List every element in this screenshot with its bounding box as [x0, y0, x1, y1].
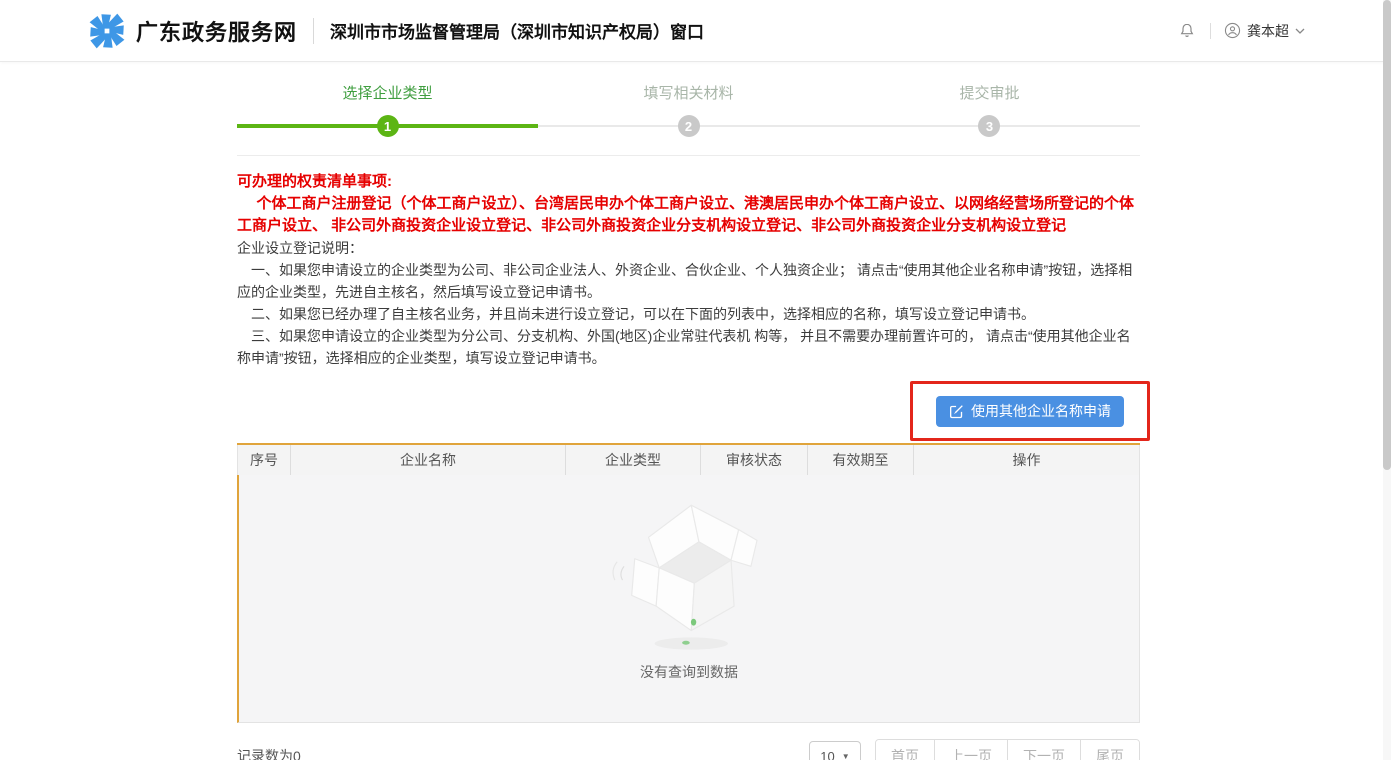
- chevron-down-icon: [1295, 28, 1305, 34]
- column-header-company-type: 企业类型: [566, 445, 701, 475]
- notice-section: 可办理的权责清单事项: 个体工商户注册登记（个体工商户设立）、台湾居民申办个体工…: [237, 171, 1140, 369]
- instruction-item-3: 三、如果您申请设立的企业类型为分公司、分支机构、外国(地区)企业常驻代表机 构等…: [237, 325, 1140, 369]
- action-row: 使用其他企业名称申请: [237, 379, 1140, 443]
- steps-divider: [237, 155, 1140, 156]
- table-footer: 记录数为0 10 ▼ 首页 上一页 下一页 尾页: [237, 739, 1140, 760]
- first-page-button[interactable]: 首页: [876, 740, 935, 760]
- column-header-index: 序号: [238, 445, 291, 475]
- page-size-select[interactable]: 10 ▼: [809, 741, 861, 760]
- step-dot-3: 3: [978, 115, 1000, 137]
- window-title: 深圳市市场监督管理局（深圳市知识产权局）窗口: [330, 18, 704, 43]
- use-other-name-button[interactable]: 使用其他企业名称申请: [936, 396, 1124, 427]
- select-caret-icon: ▼: [842, 752, 850, 760]
- rights-list-body: 个体工商户注册登记（个体工商户设立）、台湾居民申办个体工商户设立、港澳居民申办个…: [237, 193, 1140, 237]
- results-table: 序号 企业名称 企业类型 审核状态 有效期至 操作: [237, 443, 1140, 723]
- site-logo-icon: [88, 13, 126, 49]
- instruction-item-2: 二、如果您已经办理了自主核名业务，并且尚未进行设立登记，可以在下面的列表中，选择…: [237, 303, 1140, 325]
- rights-list-title: 可办理的权责清单事项:: [237, 171, 1140, 193]
- column-header-actions: 操作: [914, 445, 1139, 475]
- user-name: 龚本超: [1247, 21, 1289, 41]
- scrollbar-thumb[interactable]: [1383, 0, 1391, 470]
- column-header-review-status: 审核状态: [701, 445, 808, 475]
- step-indicator: 选择企业类型 填写相关材料 提交审批 1 2 3: [237, 62, 1140, 156]
- table-body-empty-state: 没有查询到数据: [237, 475, 1140, 723]
- main-content: 选择企业类型 填写相关材料 提交审批 1 2 3 可办理的权责清单事项: 个体工…: [237, 62, 1140, 760]
- empty-state-text: 没有查询到数据: [640, 662, 738, 682]
- topbar: 广东政务服务网 深圳市市场监督管理局（深圳市知识产权局）窗口 龚本超: [0, 0, 1391, 62]
- header-divider: [313, 18, 314, 44]
- pagination: 10 ▼ 首页 上一页 下一页 尾页: [809, 739, 1140, 760]
- topbar-brand[interactable]: 广东政务服务网 深圳市市场监督管理局（深圳市知识产权局）窗口: [88, 13, 704, 49]
- annotation-highlight-box: 使用其他企业名称申请: [910, 381, 1150, 441]
- user-menu[interactable]: 龚本超: [1224, 21, 1305, 41]
- edit-icon: [949, 404, 964, 419]
- header-right-divider: [1210, 23, 1211, 39]
- column-header-valid-until: 有效期至: [808, 445, 914, 475]
- scrollbar-track[interactable]: [1383, 0, 1391, 760]
- site-name: 广东政务服务网: [136, 15, 297, 47]
- user-avatar-icon: [1224, 22, 1241, 39]
- use-other-name-button-label: 使用其他企业名称申请: [971, 401, 1111, 421]
- table-header-row: 序号 企业名称 企业类型 审核状态 有效期至 操作: [237, 445, 1140, 475]
- page-size-value: 10: [820, 749, 834, 760]
- next-page-button[interactable]: 下一页: [1008, 740, 1081, 760]
- step-dot-1: 1: [377, 115, 399, 137]
- notification-bell-icon[interactable]: [1177, 21, 1197, 41]
- column-header-company-name: 企业名称: [291, 445, 566, 475]
- record-count: 记录数为0: [237, 746, 301, 760]
- pager-button-group: 首页 上一页 下一页 尾页: [875, 739, 1140, 760]
- instruction-item-1: 一、如果您申请设立的企业类型为公司、非公司企业法人、外资企业、合伙企业、个人独资…: [237, 259, 1140, 303]
- step-label-1: 选择企业类型: [237, 82, 538, 103]
- step-label-3: 提交审批: [839, 82, 1140, 103]
- step-dot-2: 2: [678, 115, 700, 137]
- step-label-2: 填写相关材料: [538, 82, 839, 103]
- empty-box-illustration: [601, 493, 777, 660]
- last-page-button[interactable]: 尾页: [1081, 740, 1139, 760]
- prev-page-button[interactable]: 上一页: [935, 740, 1008, 760]
- registration-instructions-title: 企业设立登记说明：: [237, 237, 1140, 259]
